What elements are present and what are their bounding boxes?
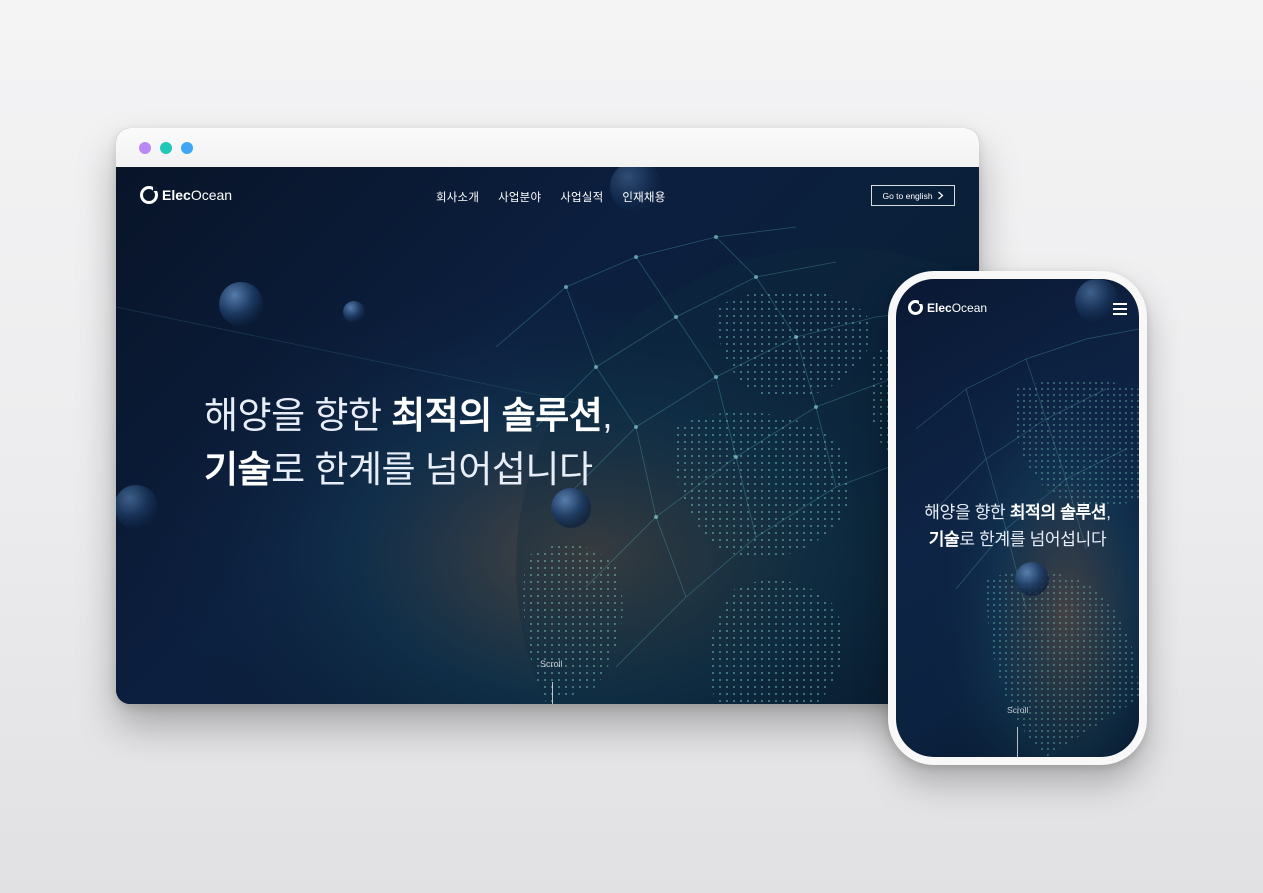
nav-item-projects[interactable]: 사업실적: [560, 189, 603, 205]
nav-item-company[interactable]: 회사소개: [436, 189, 479, 205]
hero-line-2-bold: 기술: [204, 449, 272, 490]
chevron-right-icon: [937, 191, 943, 200]
mobile-hero-line-1-comma: ,: [1106, 503, 1111, 522]
desktop-browser-mockup: Elec Ocean 회사소개 사업분야 사업실적 인재채용 Go to engl…: [116, 128, 979, 704]
mobile-hero-line-2-normal: 로 한계를 넘어섭니다: [959, 530, 1107, 549]
mobile-logo-text-light: Ocean: [951, 300, 988, 315]
elecocean-logo[interactable]: Elec Ocean: [140, 186, 232, 204]
mobile-hero-section: Elec Ocean 해양을 향한 최적의 솔루션, 기술로 한계를 넘어섭니다 …: [896, 279, 1139, 757]
browser-titlebar: [116, 128, 979, 168]
mobile-logo-text-bold: Elec: [927, 300, 952, 315]
elecocean-logo-mark-icon: [140, 186, 158, 204]
mobile-hero-line-1-normal: 해양을 향한: [924, 503, 1010, 522]
logo-text-light: Ocean: [190, 187, 233, 203]
hero-line-2: 기술로 한계를 넘어섭니다: [204, 443, 612, 497]
window-dot-blue[interactable]: [181, 142, 193, 154]
mobile-elecocean-logo[interactable]: Elec Ocean: [908, 300, 987, 315]
nav-item-business[interactable]: 사업분야: [498, 189, 541, 205]
mobile-phone-mockup: Elec Ocean 해양을 향한 최적의 솔루션, 기술로 한계를 넘어섭니다 …: [888, 271, 1147, 765]
main-nav: 회사소개 사업분야 사업실적 인재채용: [436, 189, 666, 205]
scroll-indicator-line: [552, 682, 553, 704]
hero-line-1-comma: ,: [602, 395, 613, 436]
hero-line-2-normal: 로 한계를 넘어섭니다: [271, 449, 593, 490]
hero-line-1-bold: 최적의 솔루션: [391, 395, 603, 436]
desktop-hero-section: Elec Ocean 회사소개 사업분야 사업실적 인재채용 Go to engl…: [116, 167, 979, 704]
mobile-hero-headline: 해양을 향한 최적의 솔루션, 기술로 한계를 넘어섭니다: [896, 499, 1139, 553]
mobile-scroll-indicator-label[interactable]: Scroll: [1007, 705, 1028, 715]
logo-text-bold: Elec: [162, 187, 191, 203]
scroll-indicator-label[interactable]: Scroll: [540, 659, 563, 669]
hero-headline: 해양을 향한 최적의 솔루션, 기술로 한계를 넘어섭니다: [204, 389, 613, 497]
mobile-logo-mark-icon: [908, 300, 923, 315]
mobile-hero-line-2: 기술로 한계를 넘어섭니다: [896, 526, 1139, 553]
window-dot-purple[interactable]: [139, 142, 151, 154]
mobile-hero-line-1-bold: 최적의 솔루션: [1009, 503, 1107, 522]
hero-line-1-normal: 해양을 향한: [204, 395, 392, 436]
window-dot-teal[interactable]: [160, 142, 172, 154]
mobile-hero-line-2-bold: 기술: [928, 530, 960, 549]
hero-line-1: 해양을 향한 최적의 솔루션,: [204, 389, 613, 443]
go-to-english-button[interactable]: Go to english: [871, 185, 955, 206]
hamburger-icon[interactable]: [1113, 303, 1127, 318]
mobile-hero-line-1: 해양을 향한 최적의 솔루션,: [896, 499, 1139, 526]
nav-item-careers[interactable]: 인재채용: [622, 189, 665, 205]
mobile-scroll-indicator-line: [1017, 727, 1018, 757]
go-to-english-label: Go to english: [882, 190, 933, 201]
